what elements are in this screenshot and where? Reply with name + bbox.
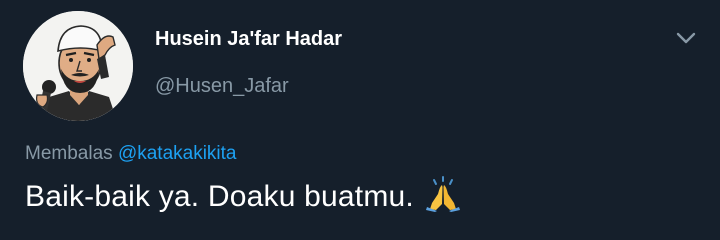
reply-mention-link[interactable]: @katakakikita bbox=[118, 143, 237, 164]
reply-prefix: Membalas bbox=[25, 143, 113, 164]
tweet-text: Baik-baik ya. Doaku buatmu. bbox=[25, 180, 414, 213]
chevron-down-icon[interactable] bbox=[673, 28, 699, 48]
tweet-body: Baik-baik ya. Doaku buatmu. bbox=[25, 176, 462, 214]
avatar-illustration bbox=[23, 11, 133, 121]
username-handle[interactable]: @Husen_Jafar bbox=[155, 75, 289, 98]
folded-hands-emoji bbox=[424, 176, 462, 212]
avatar[interactable] bbox=[23, 11, 133, 121]
tweet-card: Husein Ja'far Hadar @Husen_Jafar Membala… bbox=[0, 0, 720, 240]
display-name[interactable]: Husein Ja'far Hadar bbox=[155, 28, 342, 51]
reply-context: Membalas @katakakikita bbox=[25, 143, 237, 165]
